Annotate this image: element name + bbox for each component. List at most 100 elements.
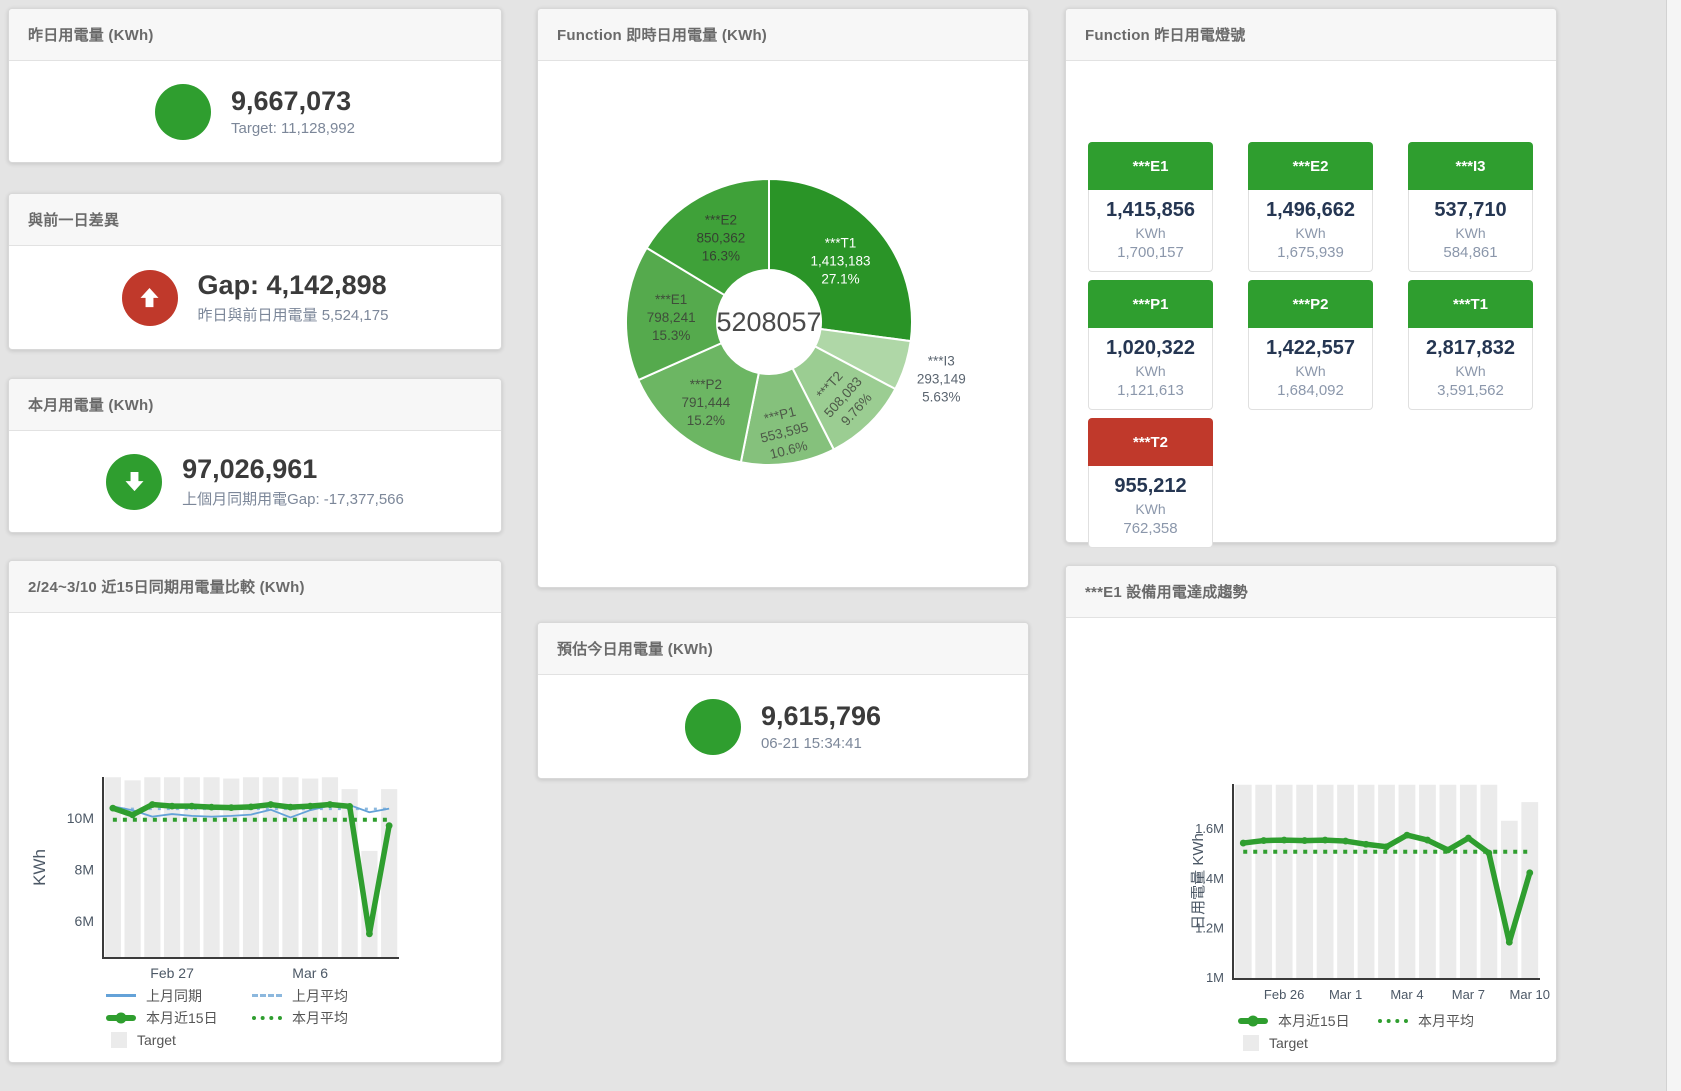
panel-body: 6M8M10MFeb 27Mar 6KWh 上月同期上月平均本月近15日本月平均… [9, 613, 501, 1062]
target-bar [1358, 785, 1375, 979]
legend-label: 本月平均 [292, 1008, 348, 1028]
stat-row: Gap: 4,142,898 昨日與前日用電量 5,524,175 [9, 246, 501, 349]
panel-body: 9,615,796 06-21 15:34:41 [538, 675, 1028, 778]
tile-target-value: 1,675,939 [1253, 244, 1368, 261]
signal-tile-T2: ***T2955,212KWh762,358 [1088, 418, 1213, 548]
stat-row: 9,667,073 Target: 11,128,992 [9, 61, 501, 162]
stat-row: 9,615,796 06-21 15:34:41 [538, 675, 1028, 778]
target-bar [1460, 785, 1477, 979]
arrow-down-circle-icon [106, 454, 162, 510]
legend-swatch-thick-icon [106, 1015, 136, 1021]
tile-body: 1,496,662KWh1,675,939 [1248, 190, 1373, 272]
panel-realtime-donut: Function 即時日用電量 (KWh) ***T11,413,18327.1… [537, 8, 1029, 588]
legend-item-Target[interactable]: Target [106, 1029, 252, 1050]
tile-body: 537,710KWh584,861 [1408, 190, 1533, 272]
signal-tile-E1: ***E11,415,856KWh1,700,157 [1088, 142, 1213, 272]
legend-label: 上月同期 [146, 986, 202, 1006]
legend-item-本月平均[interactable]: 本月平均 [252, 1007, 348, 1028]
tile-unit-label: KWh [1253, 225, 1368, 241]
stat-row: 97,026,961 上個月同期用電Gap: -17,377,566 [9, 431, 501, 532]
target-bar [1296, 785, 1313, 979]
signal-tile-T1: ***T12,817,832KWh3,591,562 [1408, 280, 1533, 410]
tile-body: 2,817,832KWh3,591,562 [1408, 328, 1533, 410]
realtime-usage-donut-chart[interactable]: ***T11,413,18327.1%***I3293,1495.63%***T… [538, 61, 1028, 587]
tile-target-value: 1,121,613 [1093, 382, 1208, 399]
panel-header: ***E1 設備用電達成趨勢 [1066, 566, 1556, 618]
panel-title: 預估今日用電量 (KWh) [557, 638, 713, 659]
panel-body: 1M1.2M1.4M1.6MFeb 26Mar 1Mar 4Mar 7Mar 1… [1066, 618, 1556, 1062]
panel-header: 2/24~3/10 近15日同期用電量比較 (KWh) [9, 561, 501, 613]
tile-value: 2,817,832 [1413, 337, 1528, 360]
panel-body: Gap: 4,142,898 昨日與前日用電量 5,524,175 [9, 246, 501, 349]
legend-item-本月平均[interactable]: 本月平均 [1378, 1010, 1474, 1031]
target-bar [1419, 785, 1436, 979]
panel-signal-lights: Function 昨日用電燈號 ***E11,415,856KWh1,700,1… [1065, 8, 1557, 543]
target-bar [1235, 785, 1252, 979]
signal-tile-P2: ***P21,422,557KWh1,684,092 [1248, 280, 1373, 410]
tile-status-header: ***P1 [1088, 280, 1213, 328]
legend-item-上月同期[interactable]: 上月同期 [106, 985, 252, 1006]
panel-title: ***E1 設備用電達成趨勢 [1085, 581, 1248, 602]
x-tick-label: Mar 6 [292, 965, 328, 981]
legend-swatch-dash-icon [252, 994, 282, 997]
tile-body: 1,020,322KWh1,121,613 [1088, 328, 1213, 410]
panel-title: 昨日用電量 (KWh) [28, 24, 154, 45]
tile-body: 1,422,557KWh1,684,092 [1248, 328, 1373, 410]
arrow-down-icon [121, 468, 148, 495]
scrollbar[interactable] [1666, 0, 1681, 1091]
tile-target-value: 3,591,562 [1413, 382, 1528, 399]
legend-label: 上月平均 [292, 986, 348, 1006]
target-bar [1440, 785, 1457, 979]
panel-body: 97,026,961 上個月同期用電Gap: -17,377,566 [9, 431, 501, 532]
legend-label: 本月近15日 [1278, 1011, 1350, 1031]
status-circle-icon [155, 84, 211, 140]
target-bar [1399, 785, 1416, 979]
tile-status-header: ***E2 [1248, 142, 1373, 190]
tile-value: 955,212 [1093, 475, 1208, 498]
e1-trend-chart[interactable]: 1M1.2M1.4M1.6MFeb 26Mar 1Mar 4Mar 7Mar 1… [1066, 618, 1556, 1063]
legend-item-本月近15日[interactable]: 本月近15日 [106, 1007, 252, 1028]
legend-swatch-dot-icon [252, 1016, 282, 1020]
target-bar [381, 789, 397, 958]
tile-body: 1,415,856KWh1,700,157 [1088, 190, 1213, 272]
stat-value: Gap: 4,142,898 [198, 270, 389, 301]
stat-subtitle: Target: 11,128,992 [231, 120, 355, 137]
tile-value: 1,422,557 [1253, 337, 1368, 360]
y-tick-label: 10M [67, 810, 94, 826]
legend-label: 本月近15日 [146, 1008, 218, 1028]
panel-body: 9,667,073 Target: 11,128,992 [9, 61, 501, 162]
panel-15day-compare: 2/24~3/10 近15日同期用電量比較 (KWh) 6M8M10MFeb 2… [8, 560, 502, 1063]
panel-title: 2/24~3/10 近15日同期用電量比較 (KWh) [28, 576, 305, 597]
legend-item-本月近15日[interactable]: 本月近15日 [1238, 1010, 1378, 1031]
dashboard: 昨日用電量 (KWh) 9,667,073 Target: 11,128,992… [0, 0, 1681, 1091]
panel-header: Function 即時日用電量 (KWh) [538, 9, 1028, 61]
stat-value: 97,026,961 [182, 454, 404, 485]
panel-header: Function 昨日用電燈號 [1066, 9, 1556, 61]
stat-text: 9,667,073 Target: 11,128,992 [231, 86, 355, 137]
legend-item-Target[interactable]: Target [1238, 1032, 1378, 1053]
signal-tile-I3: ***I3537,710KWh584,861 [1408, 142, 1533, 272]
x-tick-label: Mar 1 [1329, 987, 1362, 1002]
panel-header: 本月用電量 (KWh) [9, 379, 501, 431]
legend-label: Target [137, 1032, 176, 1048]
donut-slice-label: ***I3293,1495.63% [917, 353, 966, 404]
panel-body: ***T11,413,18327.1%***I3293,1495.63%***T… [538, 61, 1028, 587]
legend-swatch-dot-icon [1378, 1019, 1408, 1023]
tile-unit-label: KWh [1093, 501, 1208, 517]
signal-tile-E2: ***E21,496,662KWh1,675,939 [1248, 142, 1373, 272]
tile-target-value: 1,700,157 [1093, 244, 1208, 261]
panel-body: ***E11,415,856KWh1,700,157***E21,496,662… [1066, 61, 1556, 542]
panel-title: 與前一日差異 [28, 209, 119, 230]
tile-unit-label: KWh [1093, 363, 1208, 379]
x-tick-label: Mar 4 [1390, 987, 1423, 1002]
arrow-up-icon [136, 284, 163, 311]
target-bar [1317, 785, 1334, 979]
target-bar [1337, 785, 1354, 979]
tile-status-header: ***P2 [1248, 280, 1373, 328]
legend-swatch-line-icon [106, 994, 136, 997]
legend-item-上月平均[interactable]: 上月平均 [252, 985, 348, 1006]
tile-value: 1,415,856 [1093, 199, 1208, 222]
x-tick-label: Mar 10 [1510, 987, 1550, 1002]
signal-tile-P1: ***P11,020,322KWh1,121,613 [1088, 280, 1213, 410]
compare-chart-legend: 上月同期 上月平均本月近15日 本月平均 Target [106, 985, 348, 1050]
